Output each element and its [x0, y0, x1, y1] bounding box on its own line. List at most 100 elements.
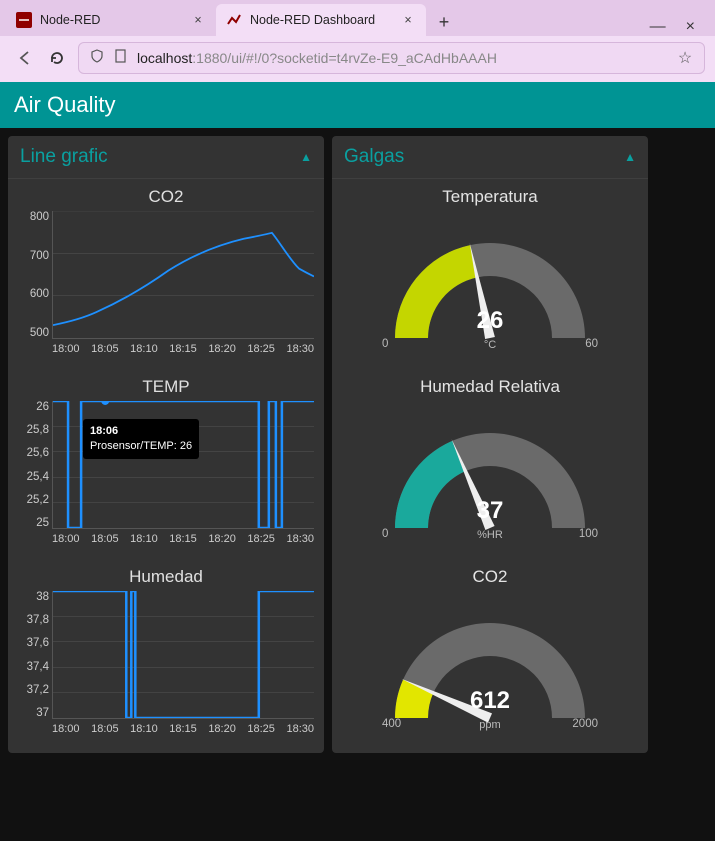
- browser-tab-dashboard[interactable]: Node-RED Dashboard ×: [216, 4, 426, 36]
- gauge-min: 400: [382, 718, 401, 730]
- y-tick: 37: [36, 707, 49, 719]
- x-tick: 18:00: [52, 343, 80, 355]
- back-button[interactable]: [14, 47, 36, 69]
- x-tick: 18:30: [286, 533, 314, 545]
- y-tick: 500: [30, 327, 49, 339]
- gauge-humedad-relativa: Humedad Relativa 37 %HR 0 100: [342, 377, 638, 543]
- card-line-grafic: Line grafic ▲ CO2 800 700 600 500: [8, 136, 324, 753]
- tab-title: Node-RED: [40, 13, 182, 27]
- gauge-value: 612: [370, 687, 610, 715]
- gauge: 37 %HR 0 100: [370, 403, 610, 543]
- y-tick: 37,4: [27, 661, 49, 673]
- gauge: 26 °C 0 60: [370, 213, 610, 353]
- plot[interactable]: 18:06 Prosensor/TEMP: 26: [52, 401, 314, 529]
- card-galgas: Galgas ▲ Temperatura 26 °C 0 60 Humedad …: [332, 136, 648, 753]
- gauge-temperatura: Temperatura 26 °C 0 60: [342, 187, 638, 353]
- y-axis: 38 37,8 37,6 37,4 37,2 37: [18, 591, 52, 719]
- gauge-value: 37: [370, 497, 610, 525]
- x-tick: 18:25: [247, 723, 275, 735]
- browser-tab-node-red[interactable]: Node-RED ×: [6, 4, 216, 36]
- chart-co2: CO2 800 700 600 500: [18, 187, 314, 355]
- card-title: Line grafic: [20, 146, 108, 168]
- x-tick: 18:15: [169, 343, 197, 355]
- close-icon[interactable]: ×: [686, 18, 695, 36]
- y-tick: 25,8: [27, 424, 49, 436]
- gauge: 612 ppm 400 2000: [370, 593, 610, 733]
- page-title: Air Quality: [14, 92, 115, 117]
- new-tab-button[interactable]: +: [430, 8, 458, 36]
- x-tick: 18:00: [52, 723, 80, 735]
- y-tick: 37,2: [27, 684, 49, 696]
- x-axis: 18:00 18:05 18:10 18:15 18:20 18:25 18:3…: [52, 533, 314, 545]
- gauge-title: Temperatura: [342, 187, 638, 207]
- chart-area: 26 25,8 25,6 25,4 25,2 25: [18, 401, 314, 529]
- x-tick: 18:15: [169, 533, 197, 545]
- y-axis: 800 700 600 500: [18, 211, 52, 339]
- tooltip-line: Prosensor/TEMP: 26: [90, 440, 192, 452]
- y-tick: 37,6: [27, 637, 49, 649]
- gauge-unit: °C: [370, 339, 610, 351]
- x-tick: 18:20: [208, 723, 236, 735]
- x-tick: 18:30: [286, 343, 314, 355]
- card-body: CO2 800 700 600 500: [8, 179, 324, 753]
- gauge-co2: CO2 612 ppm 400 2000: [342, 567, 638, 733]
- chart-area: 38 37,8 37,6 37,4 37,2 37: [18, 591, 314, 719]
- y-tick: 38: [36, 591, 49, 603]
- collapse-icon[interactable]: ▲: [300, 150, 312, 164]
- y-tick: 25,2: [27, 494, 49, 506]
- card-header[interactable]: Galgas ▲: [332, 136, 648, 179]
- url-text: localhost:1880/ui/#!/0?socketid=t4rvZe-E…: [137, 50, 668, 66]
- x-tick: 18:10: [130, 533, 158, 545]
- gauge-min: 0: [382, 338, 388, 350]
- y-tick: 600: [30, 288, 49, 300]
- gauge-unit: %HR: [370, 529, 610, 541]
- card-header[interactable]: Line grafic ▲: [8, 136, 324, 179]
- chart-title: CO2: [18, 187, 314, 207]
- y-tick: 800: [30, 211, 49, 223]
- address-bar[interactable]: localhost:1880/ui/#!/0?socketid=t4rvZe-E…: [78, 42, 705, 74]
- card-body: Temperatura 26 °C 0 60 Humedad Relativa …: [332, 179, 648, 751]
- y-axis: 26 25,8 25,6 25,4 25,2 25: [18, 401, 52, 529]
- chart-tooltip: 18:06 Prosensor/TEMP: 26: [83, 419, 199, 459]
- x-axis: 18:00 18:05 18:10 18:15 18:20 18:25 18:3…: [52, 343, 314, 355]
- plot[interactable]: [52, 591, 314, 719]
- y-tick: 700: [30, 250, 49, 262]
- close-icon[interactable]: ×: [190, 13, 206, 27]
- gauge-max: 60: [585, 338, 598, 350]
- x-tick: 18:10: [130, 723, 158, 735]
- tab-title: Node-RED Dashboard: [250, 13, 392, 27]
- page-icon: [113, 49, 129, 68]
- browser-chrome: Node-RED × Node-RED Dashboard × + ― ×: [0, 0, 715, 82]
- gauge-title: CO2: [342, 567, 638, 587]
- x-tick: 18:05: [91, 343, 119, 355]
- x-tick: 18:10: [130, 343, 158, 355]
- chart-humedad: Humedad 38 37,8 37,6 37,4 37,2 37: [18, 567, 314, 735]
- reload-button[interactable]: [46, 47, 68, 69]
- y-tick: 37,8: [27, 614, 49, 626]
- chart-area: 800 700 600 500: [18, 211, 314, 339]
- gauge-max: 2000: [572, 718, 598, 730]
- dashboard: Line grafic ▲ CO2 800 700 600 500: [0, 128, 715, 761]
- bookmark-star-icon[interactable]: ☆: [676, 48, 694, 68]
- y-tick: 26: [36, 401, 49, 413]
- minimize-icon[interactable]: ―: [650, 18, 666, 36]
- url-path: :1880/ui/#!/0?socketid=t4rvZe-E9_aCAdHbA…: [192, 50, 497, 66]
- close-icon[interactable]: ×: [400, 13, 416, 27]
- window-controls: ― ×: [650, 18, 709, 36]
- x-tick: 18:25: [247, 533, 275, 545]
- x-tick: 18:20: [208, 343, 236, 355]
- tooltip-time: 18:06: [90, 425, 118, 437]
- node-red-favicon: [16, 12, 32, 28]
- plot[interactable]: [52, 211, 314, 339]
- shield-icon[interactable]: [89, 49, 105, 68]
- page-title-bar: Air Quality: [0, 82, 715, 128]
- node-red-dashboard-favicon: [226, 12, 242, 28]
- x-tick: 18:30: [286, 723, 314, 735]
- gauge-max: 100: [579, 528, 598, 540]
- x-axis: 18:00 18:05 18:10 18:15 18:20 18:25 18:3…: [52, 723, 314, 735]
- y-tick: 25,4: [27, 471, 49, 483]
- collapse-icon[interactable]: ▲: [624, 150, 636, 164]
- gauge-title: Humedad Relativa: [342, 377, 638, 397]
- card-title: Galgas: [344, 146, 404, 168]
- x-tick: 18:05: [91, 533, 119, 545]
